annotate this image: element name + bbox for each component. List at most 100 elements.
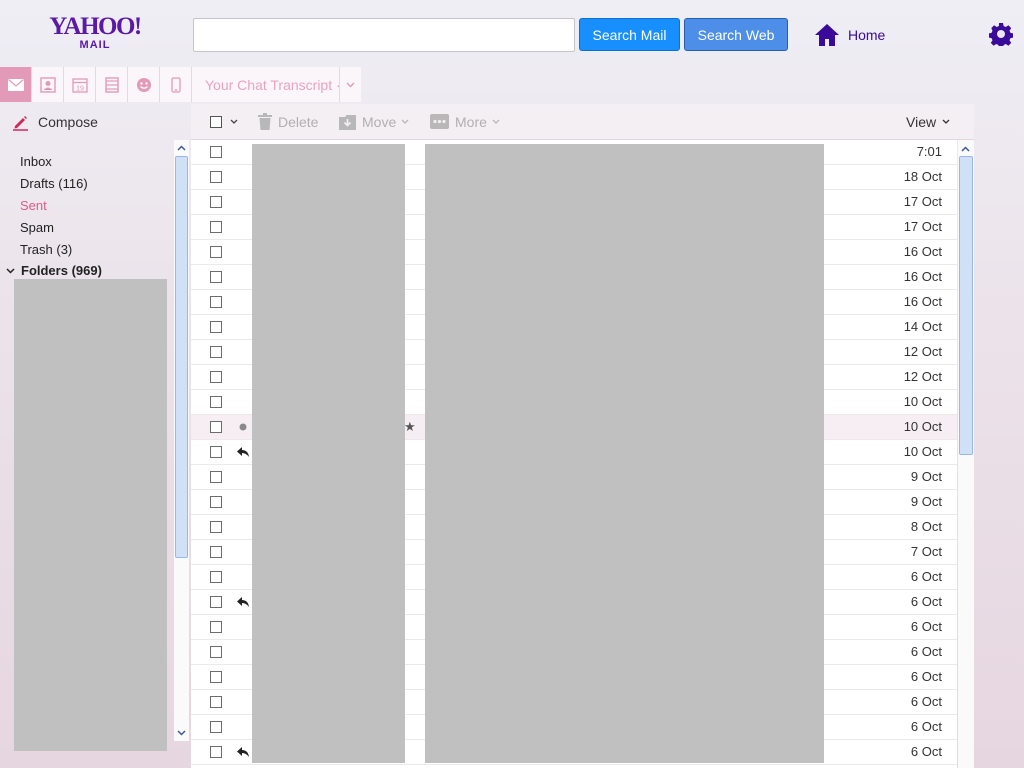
message-checkbox[interactable] — [210, 171, 222, 183]
message-list-scrollbar[interactable] — [958, 140, 974, 768]
chevron-down-icon — [346, 82, 355, 87]
search-mail-button[interactable]: Search Mail — [579, 18, 680, 51]
chevron-down-icon — [230, 119, 238, 124]
message-date: 9 Oct — [910, 494, 942, 509]
app-mobile-tab[interactable] — [160, 67, 192, 102]
message-date: 14 Oct — [903, 319, 942, 334]
move-button[interactable]: Move — [339, 114, 409, 130]
settings-gear-icon[interactable] — [989, 22, 1013, 46]
compose-button[interactable]: Compose — [12, 112, 98, 132]
sidebar-scroll-thumb[interactable] — [175, 156, 188, 558]
move-folder-icon — [339, 114, 356, 130]
unread-dot-icon[interactable] — [236, 420, 250, 434]
trash-icon — [258, 113, 272, 130]
view-label: View — [906, 113, 937, 130]
message-checkbox[interactable] — [210, 146, 222, 158]
message-checkbox[interactable] — [210, 271, 222, 283]
scroll-up-arrow[interactable] — [958, 141, 973, 156]
yahoo-mail-logo[interactable]: YAHOO! MAIL — [48, 14, 142, 54]
pencil-icon — [13, 115, 28, 131]
message-checkbox[interactable] — [210, 371, 222, 383]
message-checkbox[interactable] — [210, 671, 222, 683]
replied-icon — [236, 745, 250, 759]
subject-column-redacted — [425, 144, 824, 763]
message-checkbox[interactable] — [210, 396, 222, 408]
notepad-icon — [104, 76, 119, 93]
app-contacts-tab[interactable] — [32, 67, 64, 102]
message-list-scroll-thumb[interactable] — [959, 156, 973, 455]
message-checkbox[interactable] — [210, 721, 222, 733]
mobile-icon — [170, 76, 181, 93]
message-checkbox[interactable] — [210, 621, 222, 633]
sidebar-scrollbar[interactable] — [174, 140, 189, 741]
message-checkbox[interactable] — [210, 246, 222, 258]
sidebar-item-drafts[interactable]: Drafts (116) — [20, 173, 88, 195]
move-label: Move — [362, 113, 397, 130]
message-checkbox[interactable] — [210, 546, 222, 558]
message-date: 17 Oct — [903, 194, 942, 209]
message-date: 6 Oct — [910, 669, 942, 684]
message-checkbox[interactable] — [210, 296, 222, 308]
message-checkbox[interactable] — [210, 421, 222, 433]
tab-chat-transcript[interactable]: Your Chat Transcript · — [192, 67, 340, 102]
mail-icon — [7, 78, 24, 91]
checkbox-box — [210, 115, 222, 128]
message-checkbox[interactable] — [210, 221, 222, 233]
message-date: 6 Oct — [910, 569, 942, 584]
more-actions-button[interactable]: More — [430, 114, 500, 130]
scroll-up-arrow[interactable] — [174, 140, 189, 155]
message-checkbox[interactable] — [210, 321, 222, 333]
message-checkbox[interactable] — [210, 496, 222, 508]
chevron-up-icon — [177, 144, 186, 151]
folders-toggle[interactable]: Folders (969) — [6, 261, 102, 281]
message-date: 7:01 — [916, 144, 942, 159]
star-icon[interactable]: ★ — [404, 419, 416, 435]
home-icon — [815, 24, 839, 46]
scroll-down-arrow[interactable] — [174, 725, 189, 740]
message-checkbox[interactable] — [210, 571, 222, 583]
compose-label: Compose — [38, 114, 98, 130]
calendar-icon: 19 — [71, 77, 88, 93]
message-date: 6 Oct — [910, 744, 942, 759]
message-checkbox[interactable] — [210, 646, 222, 658]
sidebar-item-inbox[interactable]: Inbox — [20, 151, 88, 173]
message-checkbox[interactable] — [210, 446, 222, 458]
message-date: 6 Oct — [910, 719, 942, 734]
message-checkbox[interactable] — [210, 196, 222, 208]
message-checkbox[interactable] — [210, 471, 222, 483]
delete-button[interactable]: Delete — [258, 113, 318, 130]
chevron-down-icon — [492, 119, 500, 124]
sidebar-item-spam[interactable]: Spam — [20, 217, 88, 239]
message-date: 6 Oct — [910, 644, 942, 659]
app-notepad-tab[interactable] — [96, 67, 128, 102]
tabs-overflow-dropdown[interactable] — [340, 67, 361, 102]
sidebar-item-sent[interactable]: Sent — [20, 195, 88, 217]
message-date: 6 Oct — [910, 694, 942, 709]
message-checkbox[interactable] — [210, 521, 222, 533]
message-date: 12 Oct — [903, 344, 942, 359]
svg-text:19: 19 — [76, 85, 84, 92]
select-all-checkbox[interactable] — [210, 115, 238, 128]
folders-list-redacted — [14, 279, 167, 751]
message-date: 10 Oct — [903, 394, 942, 409]
app-switcher-bar: 19 Your Chat Transcript · — [0, 67, 361, 102]
app-calendar-tab[interactable]: 19 — [64, 67, 96, 102]
message-checkbox[interactable] — [210, 346, 222, 358]
chevron-down-icon — [177, 729, 186, 736]
folder-nav: Inbox Drafts (116) Sent Spam Trash (3) — [20, 151, 88, 261]
app-mail-tab[interactable] — [0, 67, 32, 102]
search-web-button[interactable]: Search Web — [684, 18, 788, 51]
message-checkbox[interactable] — [210, 746, 222, 758]
more-label: More — [455, 113, 487, 130]
chevron-down-icon — [942, 119, 950, 124]
message-date: 7 Oct — [910, 544, 942, 559]
message-checkbox[interactable] — [210, 596, 222, 608]
search-input[interactable] — [193, 18, 575, 52]
home-link[interactable]: Home — [814, 22, 885, 48]
message-date: 16 Oct — [903, 269, 942, 284]
view-menu-button[interactable]: View — [906, 114, 950, 130]
app-messenger-tab[interactable] — [128, 67, 160, 102]
message-date: 16 Oct — [903, 244, 942, 259]
sidebar-item-trash[interactable]: Trash (3) — [20, 239, 88, 261]
message-checkbox[interactable] — [210, 696, 222, 708]
